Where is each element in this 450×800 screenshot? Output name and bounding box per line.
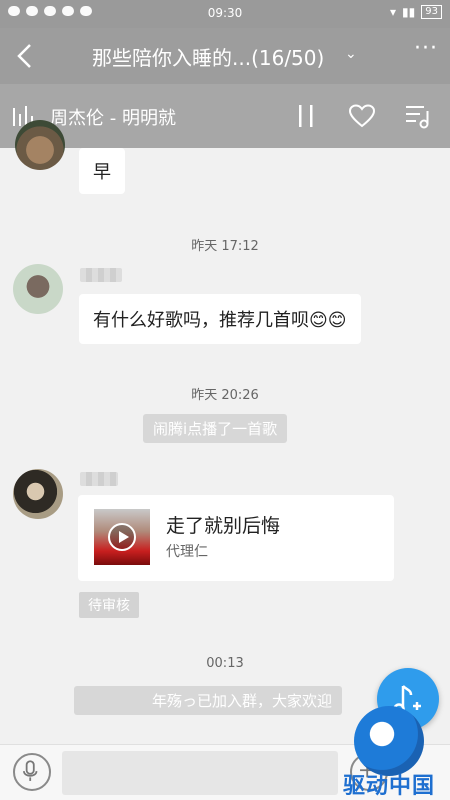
pending-review-badge: 待审核 xyxy=(79,592,139,618)
avatar[interactable] xyxy=(13,469,63,519)
song-title: 走了就别后悔 xyxy=(166,515,281,537)
watermark-logo-icon xyxy=(354,706,424,776)
album-cover xyxy=(94,509,150,565)
microphone-icon xyxy=(23,760,38,781)
message-bubble[interactable]: 早 xyxy=(79,148,125,194)
battery-icon: 93 xyxy=(421,5,442,19)
play-icon[interactable] xyxy=(108,523,136,551)
playlist-icon[interactable] xyxy=(404,102,432,130)
timestamp: 昨天 17:12 xyxy=(191,239,259,254)
avatar[interactable] xyxy=(15,120,65,170)
message-text: 早 xyxy=(93,162,111,183)
chat-header: 那些陪你入睡的...(16/50) ⌄ ··· xyxy=(0,28,450,84)
status-bar: 09:30 ▾ ▮▮ 93 xyxy=(0,0,450,28)
timestamp: 昨天 20:26 xyxy=(191,388,259,403)
heart-icon[interactable] xyxy=(348,104,376,128)
song-artist: 代理仁 xyxy=(166,544,208,560)
message-input[interactable] xyxy=(62,751,338,795)
pause-icon[interactable] xyxy=(296,104,316,128)
now-playing-song[interactable]: 周杰伦 - 明明就 xyxy=(50,104,176,130)
signal-icon: ▮▮ xyxy=(402,5,416,19)
status-time: 09:30 xyxy=(207,6,243,20)
song-card[interactable]: 走了就别后悔 代理仁 xyxy=(78,495,394,581)
notice-text: 年殇っ已加入群，大家欢迎 xyxy=(152,692,333,710)
wifi-icon: ▾ xyxy=(390,5,397,19)
message-text: 有什么好歌吗，推荐几首呗😊😊 xyxy=(93,310,347,331)
watermark-text: 驱动中国 xyxy=(342,774,435,799)
system-notice: 年殇っ已加入群，大家欢迎 xyxy=(74,686,343,715)
watermark: 驱动中国 xyxy=(328,706,450,800)
system-notice: 闹腾i点播了一首歌 xyxy=(143,414,288,443)
voice-button[interactable] xyxy=(13,753,51,791)
sender-name xyxy=(80,472,118,486)
back-icon[interactable] xyxy=(14,42,38,70)
message-bubble[interactable]: 有什么好歌吗，推荐几首呗😊😊 xyxy=(79,294,361,344)
now-playing-bar[interactable]: 周杰伦 - 明明就 xyxy=(0,84,450,148)
sender-name xyxy=(80,268,122,282)
page-title[interactable]: 那些陪你入睡的...(16/50) xyxy=(92,42,324,71)
chevron-down-icon[interactable]: ⌄ xyxy=(345,46,357,62)
status-right: ▾ ▮▮ 93 xyxy=(390,5,442,19)
avatar[interactable] xyxy=(13,264,63,314)
more-icon[interactable]: ··· xyxy=(414,36,438,61)
